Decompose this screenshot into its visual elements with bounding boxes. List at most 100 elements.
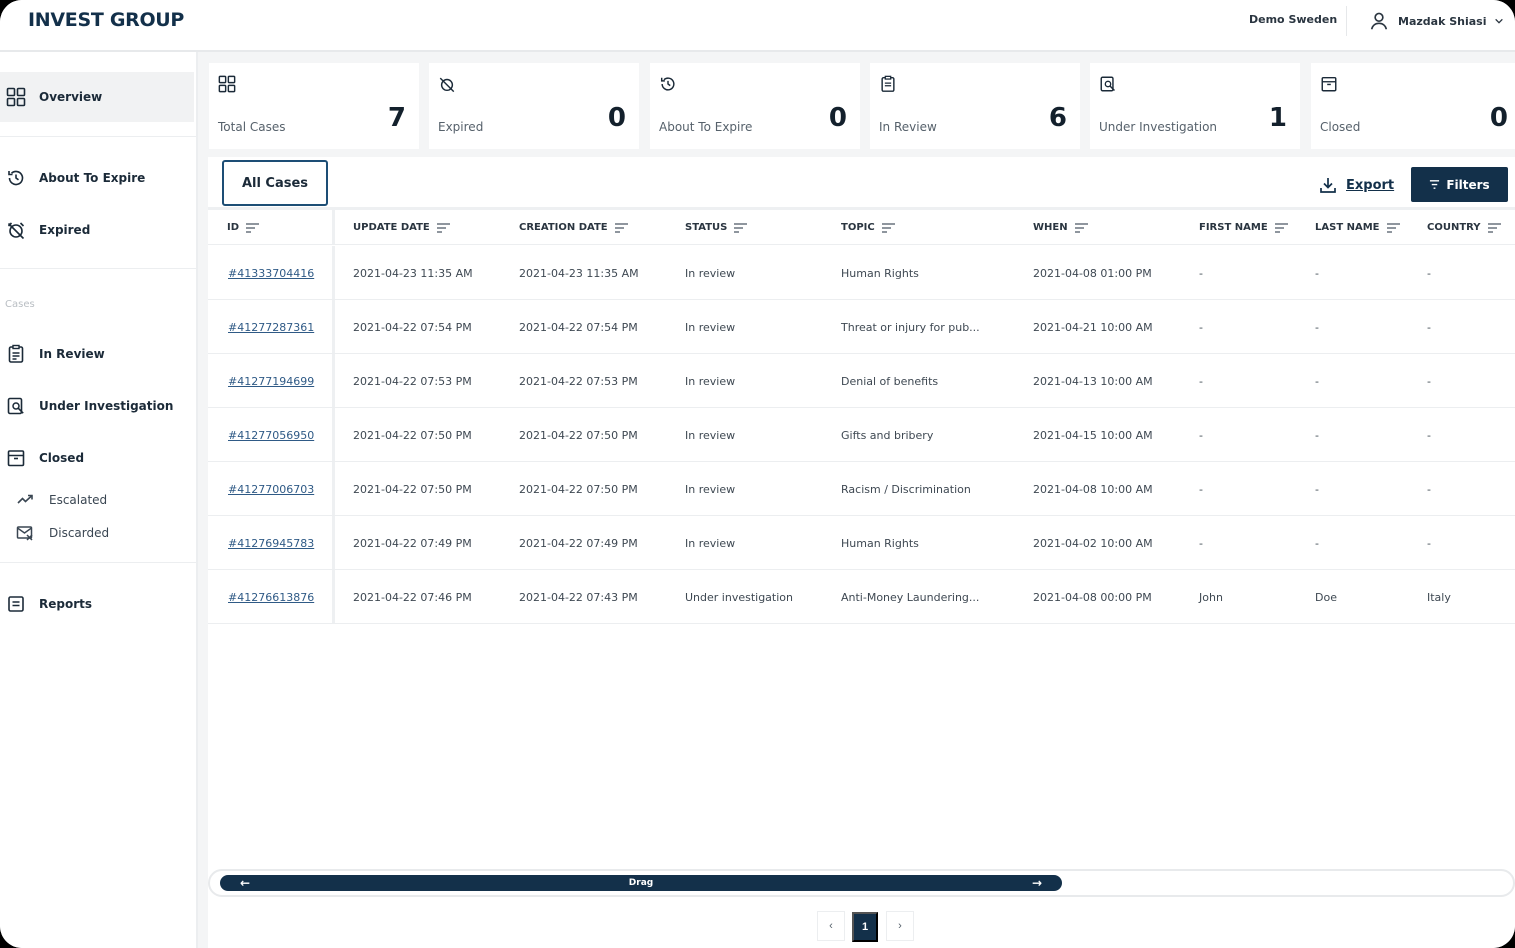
column-header[interactable]: UPDATE DATE [353, 222, 450, 233]
stat-value: 0 [828, 103, 847, 133]
column-header[interactable]: FIRST NAME [1199, 222, 1288, 233]
table-cell: - [1427, 429, 1431, 442]
column-header[interactable]: TOPIC [841, 222, 895, 233]
table-cell: In review [685, 483, 736, 496]
sort-icon [1386, 222, 1400, 233]
export-button[interactable]: Export [1318, 173, 1394, 197]
top-bar: INVEST GROUP Demo Sweden Mazdak Shiasi [0, 0, 1515, 52]
column-header[interactable]: WHEN [1033, 222, 1088, 233]
arrow-left-icon: ← [240, 876, 251, 890]
stat-card-closed[interactable]: Closed 0 [1311, 63, 1515, 149]
table-cell: 2021-04-22 07:53 PM [519, 375, 638, 388]
stat-label: Under Investigation [1099, 120, 1218, 134]
table-cell: - [1427, 537, 1431, 550]
sidebar-section-cases: Cases [5, 299, 35, 310]
column-header[interactable]: COUNTRY [1427, 222, 1501, 233]
table-cell: In review [685, 375, 736, 388]
header-divider [1346, 6, 1347, 36]
download-icon [1320, 178, 1336, 193]
table-cell: - [1199, 537, 1203, 550]
sidebar-item-under-investigation[interactable]: Under Investigation [0, 381, 194, 431]
table-row[interactable]: #41277287361 2021-04-22 07:54 PM 2021-04-2… [208, 300, 1515, 354]
table-cell: - [1427, 267, 1431, 280]
pagination-page-1[interactable]: 1 [852, 912, 878, 942]
stat-card-expired[interactable]: Expired 0 [429, 63, 639, 149]
table-row[interactable]: #41277194699 2021-04-22 07:53 PM 2021-04-2… [208, 354, 1515, 408]
table-cell: - [1315, 267, 1319, 280]
user-icon [1370, 12, 1388, 30]
column-header[interactable]: CREATION DATE [519, 222, 628, 233]
scroll-drag-handle[interactable]: ← Drag → [220, 875, 1062, 891]
mail-discard-icon [16, 526, 33, 541]
sidebar-item-closed[interactable]: Closed [0, 433, 194, 483]
table-cell: - [1199, 375, 1203, 388]
sidebar-item-about-to-expire[interactable]: About To Expire [0, 153, 194, 203]
chevron-down-icon [1495, 18, 1504, 24]
stat-card-in-review[interactable]: In Review 6 [870, 63, 1080, 149]
stat-label: Closed [1320, 120, 1361, 134]
sort-icon [1274, 222, 1288, 233]
table-cell: - [1315, 321, 1319, 334]
user-menu[interactable]: Mazdak Shiasi [1368, 8, 1504, 34]
column-header-label: UPDATE DATE [353, 222, 430, 233]
table-cell: - [1427, 375, 1431, 388]
sidebar-item-label: Overview [39, 90, 103, 104]
table-cell: 2021-04-22 07:50 PM [519, 483, 638, 496]
sidebar-item-label: Expired [39, 223, 91, 237]
stat-card-total-cases[interactable]: Total Cases 7 [209, 63, 419, 149]
sidebar-item-in-review[interactable]: In Review [0, 329, 194, 379]
cases-panel: All Cases Export Filters ID UPDATE DATE CR… [208, 157, 1515, 948]
sort-icon [734, 222, 748, 233]
table-cell: - [1315, 375, 1319, 388]
brand-logo: INVEST GROUP [28, 9, 185, 31]
table-cell: 2021-04-22 07:53 PM [353, 375, 472, 388]
stat-card-about-to-expire[interactable]: About To Expire 0 [650, 63, 860, 149]
case-id-cell: #41277056950 [208, 408, 335, 461]
sidebar-item-reports[interactable]: Reports [0, 579, 194, 629]
case-id-link[interactable]: #41333704416 [228, 267, 314, 280]
stat-label: In Review [879, 120, 937, 134]
table-cell: - [1199, 321, 1203, 334]
case-id-link[interactable]: #41277056950 [228, 429, 314, 442]
case-id-link[interactable]: #41277194699 [228, 375, 314, 388]
sidebar-item-escalated[interactable]: Escalated [0, 486, 194, 514]
sidebar-item-overview[interactable]: Overview [0, 72, 194, 122]
case-id-link[interactable]: #41277006703 [228, 483, 314, 496]
table-cell: - [1315, 429, 1319, 442]
column-header[interactable]: ID [227, 222, 260, 233]
table-cell: Human Rights [841, 537, 919, 550]
stat-card-under-investigation[interactable]: Under Investigation 1 [1090, 63, 1300, 149]
sidebar-item-discarded[interactable]: Discarded [0, 519, 194, 547]
stat-value: 6 [1048, 103, 1067, 133]
table-cell: In review [685, 321, 736, 334]
pagination-prev-button[interactable]: ‹ [817, 911, 845, 941]
table-row[interactable]: #41333704416 2021-04-23 11:35 AM 2021-04-2… [208, 246, 1515, 300]
filters-button[interactable]: Filters [1411, 167, 1508, 202]
case-id-link[interactable]: #41276945783 [228, 537, 314, 550]
column-header[interactable]: STATUS [685, 222, 748, 233]
horizontal-scrollbar[interactable]: ← Drag → [208, 869, 1515, 897]
table-cell: Racism / Discrimination [841, 483, 971, 496]
stat-value: 7 [387, 103, 406, 133]
pagination-next-button[interactable]: › [886, 911, 914, 941]
tab-all-cases[interactable]: All Cases [222, 160, 328, 206]
table-row[interactable]: #41276945783 2021-04-22 07:49 PM 2021-04-2… [208, 516, 1515, 570]
sort-icon [881, 222, 895, 233]
sidebar-item-expired[interactable]: Expired [0, 205, 194, 255]
column-header-label: TOPIC [841, 222, 875, 233]
organization-switcher[interactable]: Demo Sweden [1249, 13, 1337, 26]
column-header[interactable]: LAST NAME [1315, 222, 1400, 233]
table-cell: In review [685, 429, 736, 442]
table-cell: Denial of benefits [841, 375, 939, 388]
table-header: ID UPDATE DATE CREATION DATE STATUS TOPIC WHE… [208, 210, 1515, 245]
case-id-link[interactable]: #41276613876 [228, 591, 314, 604]
table-cell: 2021-04-08 01:00 PM [1033, 267, 1152, 280]
trending-up-icon [17, 494, 33, 504]
table-cell: In review [685, 267, 736, 280]
case-id-link[interactable]: #41277287361 [228, 321, 314, 334]
table-row[interactable]: #41277056950 2021-04-22 07:50 PM 2021-04-2… [208, 408, 1515, 462]
sidebar: Overview About To Expire Expired Cases I… [0, 52, 198, 948]
app-window: INVEST GROUP Demo Sweden Mazdak Shiasi O… [0, 0, 1515, 948]
table-row[interactable]: #41277006703 2021-04-22 07:50 PM 2021-04-2… [208, 462, 1515, 516]
table-row[interactable]: #41276613876 2021-04-22 07:46 PM 2021-04-2… [208, 570, 1515, 624]
